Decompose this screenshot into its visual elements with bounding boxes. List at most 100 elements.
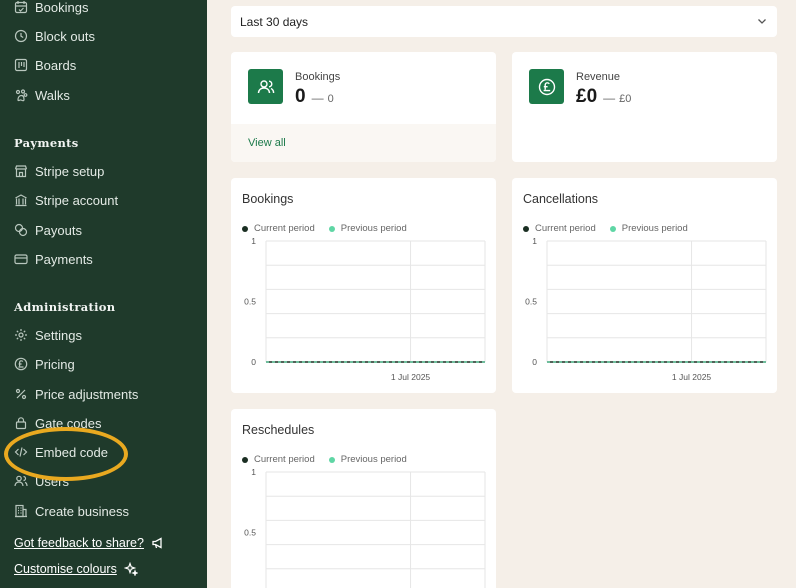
chart-legend: Current period Previous period [242, 454, 421, 465]
bookings-stat-card: Bookings 0 — 0 View all [231, 52, 496, 162]
y-tick-label: 1 [532, 236, 537, 246]
bookings-current-value: 0 [295, 86, 306, 107]
bank-icon [14, 193, 28, 207]
y-tick-label: 1 [251, 236, 256, 246]
sidebar-item-payments[interactable]: Payments [14, 249, 93, 269]
bookings-previous-value: 0 [327, 93, 334, 105]
sparkles-icon [123, 562, 138, 576]
sidebar-item-label: Embed code [35, 444, 108, 460]
legend-current: Current period [242, 454, 315, 465]
sidebar-item-label: Payments [35, 251, 93, 267]
chart-legend: Current period Previous period [242, 223, 421, 234]
code-icon [14, 445, 28, 459]
y-tick-label: 0.5 [244, 528, 256, 538]
calendar-check-icon [14, 0, 28, 14]
sidebar-item-label: Bookings [35, 0, 89, 15]
reschedules-chart-card: 1 0.5 Reschedules Current period Previous… [231, 409, 496, 588]
clock-icon [14, 29, 28, 43]
sidebar-item-label: Payouts [35, 222, 82, 238]
chart-legend: Current period Previous period [523, 223, 702, 234]
y-tick-label: 1 [251, 467, 256, 477]
sidebar-item-label: Stripe setup [35, 163, 105, 179]
legend-previous-label: Previous period [340, 454, 407, 465]
bookings-stat-value: 0 — 0 [295, 86, 334, 108]
sidebar-item-label: Price adjustments [35, 386, 139, 402]
feedback-label: Got feedback to share? [14, 536, 144, 550]
x-tick-label: 1 Jul 2025 [391, 372, 430, 382]
sidebar-item-pricing[interactable]: Pricing [14, 354, 75, 374]
customise-colours-link[interactable]: Customise colours [14, 562, 138, 576]
sidebar-item-settings[interactable]: Settings [14, 325, 82, 345]
date-range-value: Last 30 days [240, 14, 309, 29]
feedback-link[interactable]: Got feedback to share? [14, 536, 165, 550]
payments-section-title: Payments [14, 136, 79, 150]
y-tick-label: 0.5 [244, 297, 256, 307]
administration-section-title: Administration [14, 300, 116, 314]
value-separator: — [603, 91, 616, 105]
sidebar-item-gate-codes[interactable]: Gate codes [14, 413, 102, 433]
legend-previous: Previous period [328, 223, 407, 234]
sidebar-item-price-adjustments[interactable]: Price adjustments [14, 384, 138, 404]
revenue-stat-label: Revenue [576, 71, 621, 83]
chart-plot: 1 0.5 0 1 Jul 2025 [244, 236, 486, 382]
coins-icon [14, 223, 28, 237]
revenue-stat-card: Revenue £0 — £0 [512, 52, 777, 162]
bookings-stat-label: Bookings [295, 71, 341, 83]
sidebar-item-label: Create business [35, 503, 129, 519]
legend-current-dot [242, 225, 248, 232]
sidebar-item-stripe-account[interactable]: Stripe account [14, 190, 118, 210]
sidebar: Bookings Block outs Boards Walks Payment… [0, 0, 207, 588]
revenue-previous-value: £0 [619, 93, 632, 105]
store-icon [14, 164, 28, 178]
sidebar-item-label: Settings [35, 327, 82, 343]
y-tick-label: 0.5 [525, 297, 537, 307]
sidebar-item-users[interactable]: Users [14, 471, 69, 491]
date-range-select[interactable]: Last 30 days [231, 6, 777, 37]
sidebar-item-walks[interactable]: Walks [14, 85, 70, 105]
revenue-stat-value: £0 — £0 [576, 86, 631, 108]
revenue-current-value: £0 [576, 86, 598, 107]
sidebar-item-create-business[interactable]: Create business [14, 501, 129, 521]
sidebar-item-stripe-setup[interactable]: Stripe setup [14, 161, 104, 181]
sidebar-item-bookings[interactable]: Bookings [14, 0, 88, 17]
paw-icon [14, 88, 28, 102]
y-tick-label: 0 [251, 357, 256, 367]
legend-current-label: Current period [254, 454, 315, 465]
sidebar-item-label: Boards [35, 57, 77, 73]
value-separator: — [311, 91, 324, 105]
legend-previous: Previous period [328, 454, 407, 465]
sidebar-item-label: Stripe account [35, 192, 119, 208]
sidebar-item-boards[interactable]: Boards [14, 55, 76, 75]
sidebar-item-label: Gate codes [35, 415, 102, 431]
sidebar-item-label: Pricing [35, 356, 75, 372]
building-icon [14, 504, 28, 518]
cancellations-chart-card: 1 0.5 0 1 Jul 2025 Cancellations Current pe… [512, 178, 777, 393]
sidebar-item-label: Users [35, 473, 69, 489]
customise-colours-label: Customise colours [14, 562, 117, 576]
legend-current-label: Current period [535, 223, 596, 234]
legend-previous-dot [328, 225, 335, 232]
chart-title: Bookings [242, 192, 294, 206]
legend-previous-dot [609, 225, 616, 232]
chart-title: Cancellations [523, 192, 599, 206]
view-all-link[interactable]: View all [248, 137, 286, 149]
chevron-down-icon [756, 15, 768, 27]
percent-icon [14, 387, 28, 401]
users-icon [14, 474, 28, 488]
users-icon [248, 69, 283, 104]
bookings-stat-footer: View all [231, 124, 496, 162]
sidebar-item-payouts[interactable]: Payouts [14, 220, 82, 240]
pound-icon [14, 357, 28, 371]
bookings-chart-card: 1 0.5 0 1 Jul 2025 Bookings Current period … [231, 178, 496, 393]
legend-current: Current period [242, 223, 315, 234]
gear-icon [14, 328, 28, 342]
board-icon [14, 58, 28, 72]
legend-previous-label: Previous period [621, 223, 688, 234]
legend-current-dot [242, 456, 248, 463]
sidebar-item-embed-code[interactable]: Embed code [14, 442, 108, 462]
megaphone-icon [151, 536, 165, 550]
sidebar-item-block-outs[interactable]: Block outs [14, 26, 95, 46]
pound-icon [529, 69, 564, 104]
lock-icon [14, 416, 28, 430]
x-tick-label: 1 Jul 2025 [672, 372, 711, 382]
